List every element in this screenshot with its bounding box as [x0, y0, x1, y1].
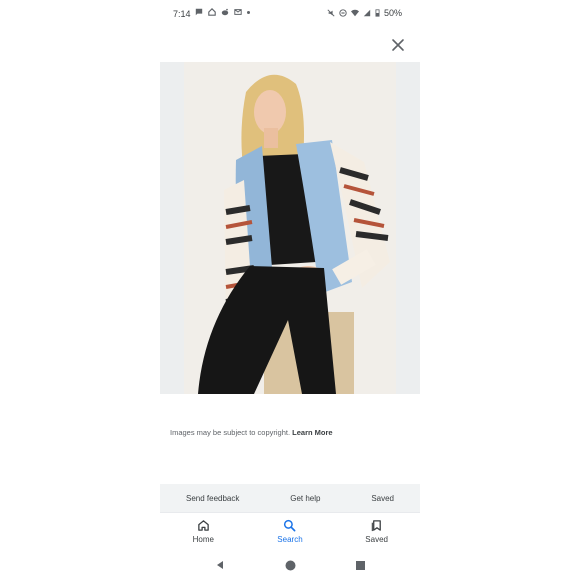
- system-status-icons: 50%: [327, 8, 402, 18]
- status-bar: 7:14 50%: [160, 0, 420, 28]
- status-time: 7:14: [173, 9, 191, 19]
- signal-icon: [363, 9, 371, 17]
- nav-saved-label: Saved: [365, 535, 388, 544]
- copyright-text: Images may be subject to copyright.: [170, 428, 291, 437]
- nav-saved[interactable]: Saved: [342, 519, 412, 544]
- notification-icons: [195, 8, 250, 16]
- learn-more-link[interactable]: Learn More: [292, 428, 332, 437]
- battery-percent: 50%: [383, 8, 402, 18]
- close-icon[interactable]: [390, 37, 406, 53]
- battery-icon: [375, 9, 380, 17]
- dnd-icon: [339, 9, 347, 17]
- saved-link[interactable]: Saved: [371, 494, 394, 503]
- nav-home[interactable]: Home: [168, 519, 238, 544]
- chat-icon: [195, 8, 203, 16]
- nav-search[interactable]: Search: [255, 519, 325, 544]
- product-photo[interactable]: [184, 62, 396, 394]
- phone-screen: 7:14 50% Images may be subject to copyri…: [160, 0, 420, 580]
- nav-search-label: Search: [277, 535, 303, 544]
- get-help-link[interactable]: Get help: [290, 494, 320, 503]
- bookmarks-icon: [371, 520, 382, 532]
- recents-icon[interactable]: [356, 560, 365, 570]
- search-icon: [284, 519, 296, 532]
- reddit-icon: [221, 8, 229, 16]
- bottom-navigation: Home Search Saved: [160, 512, 420, 550]
- send-feedback-link[interactable]: Send feedback: [186, 494, 239, 503]
- system-navigation: [160, 556, 420, 574]
- photo-illustration: [184, 62, 396, 394]
- feedback-bar: Send feedback Get help Saved: [160, 484, 420, 512]
- home-icon: [198, 520, 209, 531]
- dot-icon: [247, 10, 250, 14]
- home-button-icon[interactable]: [285, 560, 296, 571]
- gmail-icon: [234, 9, 242, 15]
- copyright-notice: Images may be subject to copyright. Lear…: [170, 428, 333, 437]
- nav-home-label: Home: [192, 535, 214, 544]
- mute-icon: [327, 9, 335, 17]
- back-icon[interactable]: [215, 560, 225, 570]
- home-icon: [208, 8, 216, 16]
- wifi-icon: [350, 9, 359, 17]
- image-viewer[interactable]: [160, 62, 420, 394]
